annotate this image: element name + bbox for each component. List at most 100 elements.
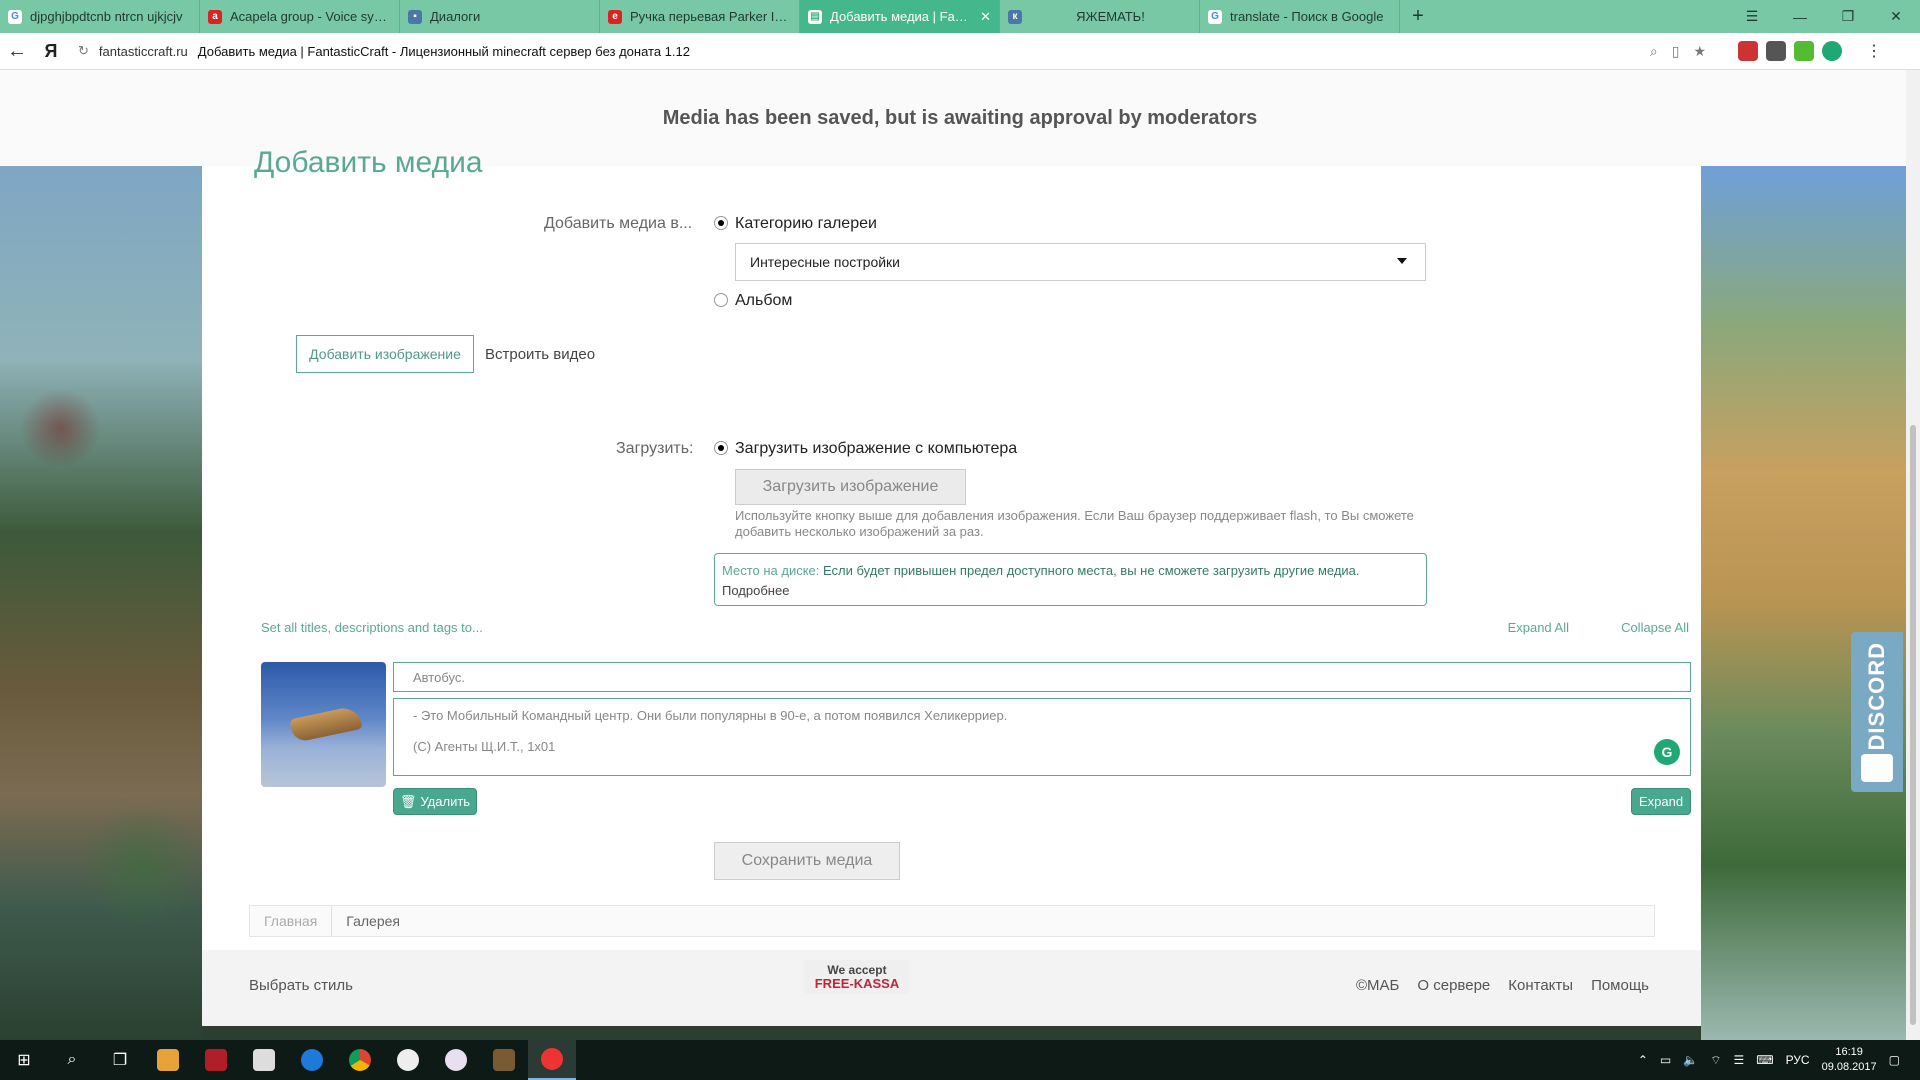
description-line: (С) Агенты Щ.И.Т., 1х01 bbox=[413, 739, 556, 754]
e-icon: e bbox=[608, 9, 622, 24]
delete-button[interactable]: 🗑 Удалить bbox=[393, 788, 477, 815]
tab-embed-video[interactable]: Встроить видео bbox=[485, 346, 595, 363]
breadcrumb: Главная Галерея bbox=[249, 905, 1655, 937]
style-chooser-link[interactable]: Выбрать стиль bbox=[249, 977, 353, 994]
footer-link-contacts[interactable]: Контакты bbox=[1508, 977, 1573, 994]
collapse-all-link[interactable]: Collapse All bbox=[1621, 620, 1689, 635]
delete-button-label: Удалить bbox=[420, 794, 471, 809]
browser-tab[interactable]: e Ручка перьевая Parker IM М bbox=[600, 0, 800, 33]
footer-link-about[interactable]: О сервере bbox=[1417, 977, 1490, 994]
browser-tab[interactable]: Gtranslate - Поиск в Google bbox=[1200, 0, 1400, 33]
tab-add-image[interactable]: Добавить изображение bbox=[296, 335, 474, 373]
clock[interactable]: 16:19 09.08.2017 bbox=[1822, 1045, 1877, 1075]
browser-tab[interactable]: ▪ Диалоги bbox=[400, 0, 600, 33]
set-all-link[interactable]: Set all titles, descriptions and tags to… bbox=[261, 620, 483, 635]
clock-time: 16:19 bbox=[1835, 1046, 1863, 1058]
main-content: Добавить медиа Добавить медиа в... Катег… bbox=[202, 146, 1701, 950]
upload-hint: Используйте кнопку выше для добавления и… bbox=[735, 508, 1414, 539]
close-tab-icon[interactable]: ✕ bbox=[980, 9, 991, 25]
media-description-input[interactable]: - Это Мобильный Командный центр. Они был… bbox=[393, 698, 1691, 776]
new-tab-button[interactable]: + bbox=[1400, 0, 1436, 33]
action-center-icon[interactable]: ▢ bbox=[1889, 1053, 1900, 1067]
clock-date: 09.08.2017 bbox=[1821, 1061, 1877, 1073]
taskbar-app[interactable] bbox=[432, 1040, 480, 1080]
taskbar-app[interactable] bbox=[384, 1040, 432, 1080]
upload-image-button[interactable]: Загрузить изображение bbox=[735, 469, 966, 505]
maximize-icon[interactable]: ❐ bbox=[1824, 8, 1872, 25]
taskbar-app[interactable] bbox=[336, 1040, 384, 1080]
breadcrumb-gallery[interactable]: Галерея bbox=[331, 906, 414, 936]
yandex-browser-icon bbox=[541, 1048, 563, 1070]
grammarly-icon[interactable]: G bbox=[1654, 739, 1680, 765]
site-footer: Выбрать стиль We accept FREE-KASSA ©МАБ … bbox=[202, 950, 1701, 1026]
menu-dots-icon[interactable]: ⋮ bbox=[1866, 41, 1882, 61]
wifi-icon[interactable]: ⌔ bbox=[1710, 1053, 1721, 1068]
expand-button[interactable]: Expand bbox=[1631, 788, 1691, 815]
bookmark-star-icon[interactable]: ★ bbox=[1693, 43, 1706, 60]
taskbar-app-active[interactable] bbox=[528, 1040, 576, 1080]
menu-icon[interactable]: ☰ bbox=[1728, 8, 1776, 25]
google-icon: G bbox=[8, 9, 22, 24]
google-icon: G bbox=[1208, 9, 1222, 24]
taskbar-app[interactable] bbox=[192, 1040, 240, 1080]
media-title-input[interactable]: Автобус. bbox=[393, 662, 1691, 692]
start-button[interactable]: ⊞ bbox=[0, 1040, 48, 1080]
save-media-button[interactable]: Сохранить медиа bbox=[714, 842, 900, 880]
battery-icon[interactable]: ▭ bbox=[1660, 1053, 1671, 1067]
browser-tab[interactable]: Gdjpghjbpdtcnb ntrcn ujkjcjv bbox=[0, 0, 200, 33]
notifications-icon[interactable]: ☰ bbox=[1733, 1053, 1744, 1067]
task-view-button[interactable]: ❐ bbox=[96, 1040, 144, 1080]
keyboard-icon[interactable]: ⌨ bbox=[1756, 1053, 1773, 1067]
radio-upload-computer-label: Загрузить изображение с компьютера bbox=[735, 440, 1018, 457]
category-select-value: Интересные постройки bbox=[750, 254, 900, 270]
free-kassa-badge[interactable]: We accept FREE-KASSA bbox=[805, 960, 909, 994]
extensions: ⋮ bbox=[1738, 41, 1882, 61]
address-bar: ← Я ↻ fantasticcraft.ru Добавить медиа |… bbox=[0, 33, 1920, 70]
taskbar-app[interactable] bbox=[240, 1040, 288, 1080]
footer-link-copyright[interactable]: ©МАБ bbox=[1356, 977, 1399, 994]
reader-icon[interactable]: ▯ bbox=[1672, 43, 1680, 60]
minimize-icon[interactable]: — bbox=[1776, 9, 1824, 25]
reload-icon[interactable]: ↻ bbox=[78, 43, 89, 59]
search-button[interactable]: ⌕ bbox=[48, 1040, 96, 1080]
taskbar-app[interactable] bbox=[480, 1040, 528, 1080]
language-indicator[interactable]: РУС bbox=[1786, 1053, 1810, 1067]
disk-more-link[interactable]: Подробнее bbox=[722, 583, 789, 598]
yandex-logo[interactable]: Я bbox=[34, 41, 68, 62]
discord-label: DISCORD bbox=[1864, 642, 1889, 751]
page-icon: ▤ bbox=[808, 9, 822, 24]
vk-icon: к bbox=[1008, 9, 1022, 24]
taskbar-app[interactable] bbox=[288, 1040, 336, 1080]
url-field[interactable]: ↻ fantasticcraft.ru Добавить медиа | Fan… bbox=[68, 37, 1718, 65]
breadcrumb-home[interactable]: Главная bbox=[250, 906, 331, 936]
radio-album[interactable] bbox=[714, 293, 728, 307]
extension-icon[interactable] bbox=[1766, 41, 1786, 61]
back-arrow-icon[interactable]: ← bbox=[0, 40, 34, 63]
close-window-icon[interactable]: ✕ bbox=[1872, 8, 1920, 25]
minecraft-icon bbox=[493, 1049, 515, 1071]
background-foliage bbox=[0, 166, 202, 1040]
windows-taskbar: ⊞ ⌕ ❐ ⌃ ▭ 🔈 ⌔ ☰ ⌨ РУС 16:19 09.08.2017 ▢ bbox=[0, 1040, 1920, 1080]
scrollbar-thumb[interactable] bbox=[1910, 425, 1916, 1025]
volume-icon[interactable]: 🔈 bbox=[1683, 1053, 1698, 1067]
search-icon[interactable]: ⌕ bbox=[1650, 43, 1658, 60]
category-select[interactable]: Интересные постройки bbox=[735, 243, 1426, 281]
url-domain: fantasticcraft.ru bbox=[98, 43, 188, 59]
tray-chevron-icon[interactable]: ⌃ bbox=[1638, 1053, 1648, 1067]
browser-tab[interactable]: a Acapela group - Voice synth bbox=[200, 0, 400, 33]
taskbar-app[interactable] bbox=[144, 1040, 192, 1080]
trash-icon: 🗑 bbox=[399, 793, 417, 809]
radio-upload-computer[interactable] bbox=[714, 441, 728, 455]
footer-link-help[interactable]: Помощь bbox=[1591, 977, 1649, 994]
download-icon[interactable] bbox=[1794, 41, 1814, 61]
adblock-icon[interactable] bbox=[1738, 41, 1758, 61]
discord-widget[interactable]: DISCORD bbox=[1851, 632, 1903, 792]
radio-category[interactable] bbox=[714, 216, 728, 230]
page-scrollbar[interactable] bbox=[1906, 70, 1920, 1040]
browser-tab-active[interactable]: ▤ Добавить медиа | Fantas ✕ bbox=[800, 0, 1000, 33]
grammarly-icon[interactable] bbox=[1822, 41, 1842, 61]
expand-all-link[interactable]: Expand All bbox=[1508, 620, 1569, 635]
browser-tab-bar: Gdjpghjbpdtcnb ntrcn ujkjcjv a Acapela gr… bbox=[0, 0, 1920, 33]
browser-tab[interactable]: к ЯЖЕМАТЬ! bbox=[1000, 0, 1200, 33]
edge-icon bbox=[301, 1049, 323, 1071]
